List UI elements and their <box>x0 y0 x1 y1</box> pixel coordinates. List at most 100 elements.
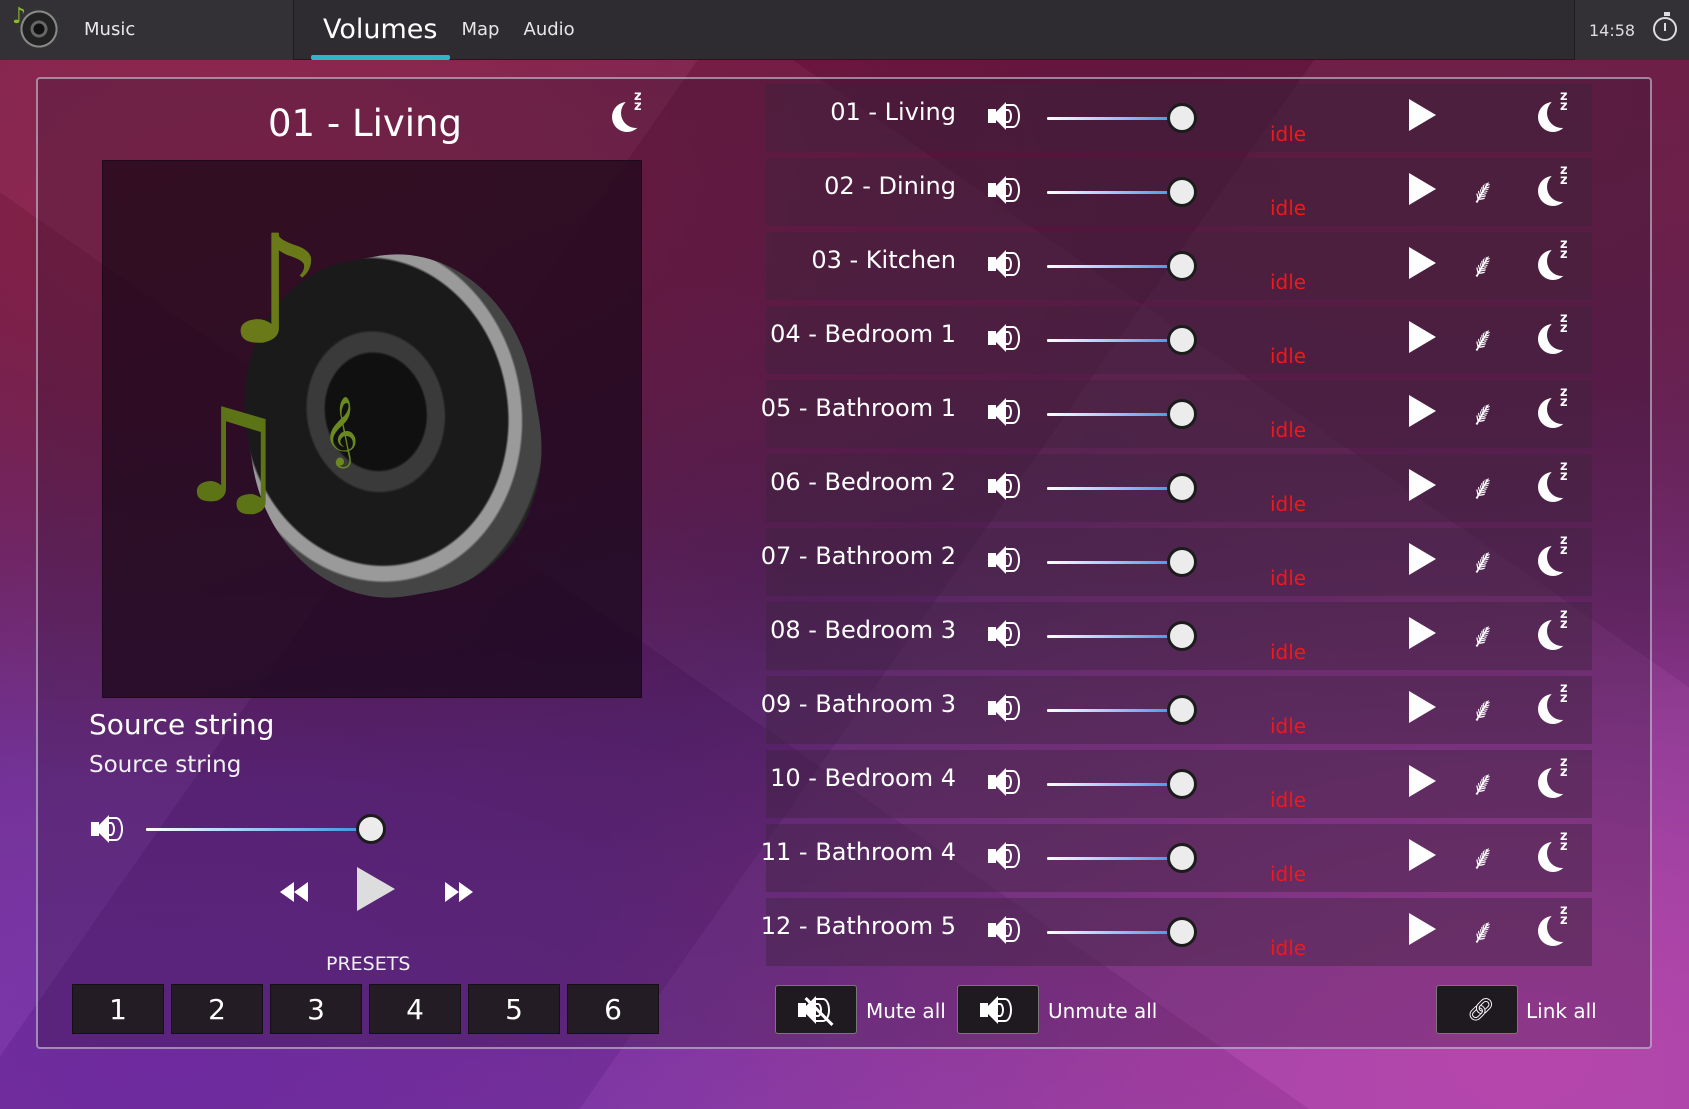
slider-knob[interactable] <box>1167 325 1197 355</box>
link-icon[interactable]: ⸙ <box>1470 394 1496 434</box>
sleep-moon-icon[interactable]: zz <box>1538 386 1578 430</box>
slider-knob[interactable] <box>1167 621 1197 651</box>
play-icon[interactable] <box>1409 247 1436 279</box>
slider-knob[interactable] <box>1167 695 1197 725</box>
sleep-moon-icon[interactable]: zz <box>1538 238 1578 282</box>
play-icon[interactable] <box>1409 99 1436 131</box>
app-switcher[interactable]: Music <box>0 0 294 60</box>
tab-audio[interactable]: Audio <box>512 0 587 60</box>
rewind-icon[interactable] <box>280 882 308 902</box>
speaker-volume-icon[interactable] <box>986 320 1022 356</box>
slider-knob[interactable] <box>1167 177 1197 207</box>
preset-button-1[interactable]: 1 <box>72 984 164 1034</box>
zone-row[interactable]: 05 - Bathroom 1 idle ⸙ z z <box>761 380 1592 448</box>
preset-button-3[interactable]: 3 <box>270 984 362 1034</box>
zone-row[interactable]: 06 - Bedroom 2 idle ⸙ z z <box>766 454 1592 522</box>
preset-button-2[interactable]: 2 <box>171 984 263 1034</box>
link-icon[interactable]: ⸙ <box>1470 690 1496 730</box>
sleep-moon-icon[interactable]: zz <box>1538 312 1578 356</box>
link-icon[interactable]: ⸙ <box>1470 320 1496 360</box>
zone-row[interactable]: 09 - Bathroom 3 idle ⸙ z z <box>761 676 1592 744</box>
play-icon[interactable] <box>1409 617 1436 649</box>
zone-volume-slider[interactable] <box>1047 767 1197 801</box>
zone-row[interactable]: 11 - Bathroom 4 idle ⸙ z z <box>761 824 1592 892</box>
zone-volume-slider[interactable] <box>1047 397 1197 431</box>
speaker-volume-icon[interactable] <box>89 811 125 847</box>
speaker-volume-icon[interactable] <box>986 542 1022 578</box>
play-icon[interactable] <box>1409 469 1436 501</box>
timer-icon[interactable] <box>1653 12 1677 41</box>
zone-row[interactable]: 04 - Bedroom 1 idle ⸙ z z <box>766 306 1592 374</box>
sleep-moon-icon[interactable]: zz <box>1538 904 1578 948</box>
zone-volume-slider[interactable] <box>1047 915 1197 949</box>
link-icon[interactable]: ⸙ <box>1470 542 1496 582</box>
sleep-moon-icon[interactable]: zz <box>1538 608 1578 652</box>
sleep-moon-icon[interactable]: zz <box>1538 460 1578 504</box>
play-icon[interactable] <box>1409 839 1436 871</box>
slider-knob[interactable] <box>1167 769 1197 799</box>
zone-volume-slider[interactable] <box>1047 545 1197 579</box>
link-icon[interactable]: ⸙ <box>1470 764 1496 804</box>
slider-knob[interactable] <box>1167 251 1197 281</box>
zone-row[interactable]: 08 - Bedroom 3 idle ⸙ z z <box>766 602 1592 670</box>
slider-knob[interactable] <box>1167 473 1197 503</box>
speaker-volume-icon[interactable] <box>986 468 1022 504</box>
slider-knob[interactable] <box>356 814 386 844</box>
play-icon[interactable] <box>1409 173 1436 205</box>
sleep-moon-icon[interactable]: zz <box>1538 756 1578 800</box>
fast-forward-icon[interactable] <box>445 882 473 902</box>
slider-knob[interactable] <box>1167 917 1197 947</box>
unmute-all-button[interactable] <box>957 985 1039 1034</box>
speaker-volume-icon[interactable] <box>986 616 1022 652</box>
zone-row[interactable]: 07 - Bathroom 2 idle ⸙ z z <box>761 528 1592 596</box>
sleep-moon-icon[interactable]: zz <box>612 90 652 134</box>
link-icon[interactable]: ⸙ <box>1470 468 1496 508</box>
speaker-volume-icon[interactable] <box>986 394 1022 430</box>
play-icon[interactable] <box>1409 543 1436 575</box>
clock-area[interactable]: 14:58 <box>1574 0 1689 60</box>
link-icon[interactable]: ⸙ <box>1470 912 1496 952</box>
speaker-volume-icon[interactable] <box>986 912 1022 948</box>
slider-knob[interactable] <box>1167 547 1197 577</box>
sleep-moon-icon[interactable]: zz <box>1538 682 1578 726</box>
zone-volume-slider[interactable] <box>1047 693 1197 727</box>
preset-button-6[interactable]: 6 <box>567 984 659 1034</box>
sleep-moon-icon[interactable]: zz <box>1538 90 1578 134</box>
link-all-button[interactable]: 🔗︎ <box>1436 985 1518 1034</box>
zone-volume-slider[interactable] <box>1047 841 1197 875</box>
master-volume-slider[interactable] <box>146 812 386 846</box>
speaker-volume-icon[interactable] <box>986 172 1022 208</box>
link-icon[interactable]: ⸙ <box>1470 616 1496 656</box>
speaker-volume-icon[interactable] <box>986 838 1022 874</box>
zone-volume-slider[interactable] <box>1047 323 1197 357</box>
link-icon[interactable]: ⸙ <box>1470 246 1496 286</box>
play-icon[interactable] <box>1409 765 1436 797</box>
speaker-volume-icon[interactable] <box>986 98 1022 134</box>
slider-knob[interactable] <box>1167 103 1197 133</box>
zone-row[interactable]: 10 - Bedroom 4 idle ⸙ z z <box>766 750 1592 818</box>
zone-volume-slider[interactable] <box>1047 471 1197 505</box>
sleep-moon-icon[interactable]: zz <box>1538 830 1578 874</box>
play-icon[interactable] <box>1409 321 1436 353</box>
sleep-moon-icon[interactable]: zz <box>1538 164 1578 208</box>
zone-volume-slider[interactable] <box>1047 619 1197 653</box>
play-button[interactable] <box>357 867 395 911</box>
preset-button-4[interactable]: 4 <box>369 984 461 1034</box>
zone-row[interactable]: 01 - Living idle z z <box>766 84 1592 152</box>
play-icon[interactable] <box>1409 913 1436 945</box>
zone-row[interactable]: 12 - Bathroom 5 idle ⸙ z z <box>761 898 1592 966</box>
mute-all-button[interactable] <box>775 985 857 1034</box>
slider-knob[interactable] <box>1167 843 1197 873</box>
speaker-volume-icon[interactable] <box>986 690 1022 726</box>
speaker-volume-icon[interactable] <box>986 246 1022 282</box>
play-icon[interactable] <box>1409 691 1436 723</box>
link-icon[interactable]: ⸙ <box>1470 172 1496 212</box>
slider-knob[interactable] <box>1167 399 1197 429</box>
sleep-moon-icon[interactable]: zz <box>1538 534 1578 578</box>
play-icon[interactable] <box>1409 395 1436 427</box>
zone-row[interactable]: 02 - Dining idle ⸙ z z <box>766 158 1592 226</box>
speaker-volume-icon[interactable] <box>986 764 1022 800</box>
tab-volumes[interactable]: Volumes <box>311 0 450 60</box>
link-icon[interactable]: ⸙ <box>1470 838 1496 878</box>
zone-row[interactable]: 03 - Kitchen idle ⸙ z z <box>766 232 1592 300</box>
